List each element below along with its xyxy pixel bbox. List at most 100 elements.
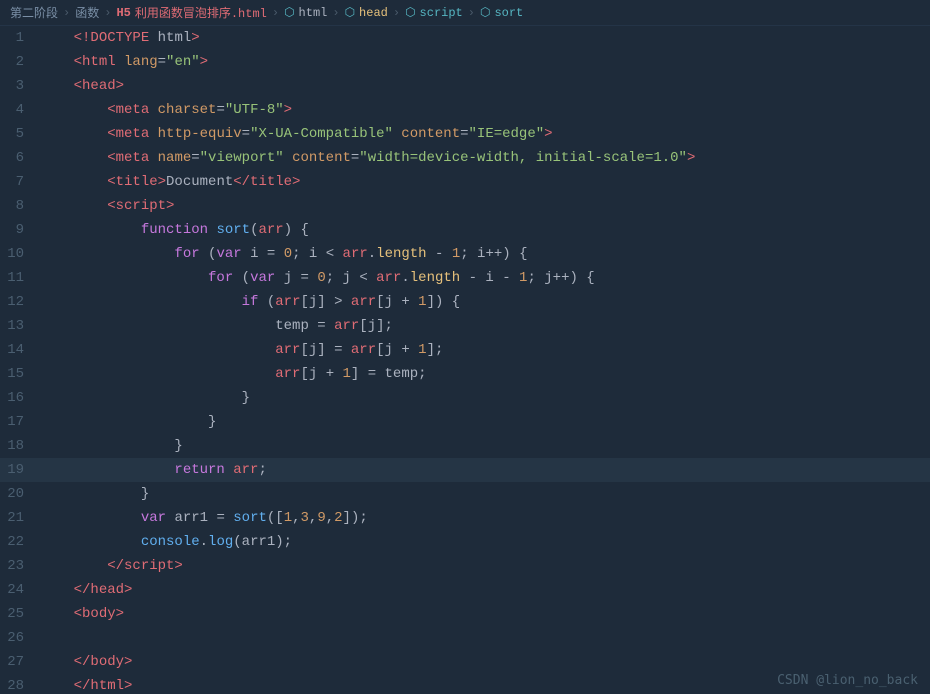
line-number: 26 bbox=[0, 626, 40, 650]
line-content: return arr; bbox=[40, 458, 930, 482]
line-content: </script> bbox=[40, 554, 930, 578]
line-number: 24 bbox=[0, 578, 40, 602]
code-line: 6 <meta name="viewport" content="width=d… bbox=[0, 146, 930, 170]
line-content: for (var i = 0; i < arr.length - 1; i++)… bbox=[40, 242, 930, 266]
line-number: 21 bbox=[0, 506, 40, 530]
line-content: } bbox=[40, 410, 930, 434]
bc-html-icon: H5 bbox=[116, 6, 130, 20]
code-line: 17 } bbox=[0, 410, 930, 434]
bc-script-tag: script bbox=[420, 6, 463, 20]
line-number: 23 bbox=[0, 554, 40, 578]
line-content: <html lang="en"> bbox=[40, 50, 930, 74]
line-content: <title>Document</title> bbox=[40, 170, 930, 194]
code-line: 2 <html lang="en"> bbox=[0, 50, 930, 74]
line-content: <meta http-equiv="X-UA-Compatible" conte… bbox=[40, 122, 930, 146]
line-number: 6 bbox=[0, 146, 40, 170]
code-line: 22 console.log(arr1); bbox=[0, 530, 930, 554]
line-number: 2 bbox=[0, 50, 40, 74]
line-number: 3 bbox=[0, 74, 40, 98]
line-number: 14 bbox=[0, 338, 40, 362]
line-number: 28 bbox=[0, 674, 40, 694]
code-line: 5 <meta http-equiv="X-UA-Compatible" con… bbox=[0, 122, 930, 146]
line-number: 4 bbox=[0, 98, 40, 122]
line-number: 9 bbox=[0, 218, 40, 242]
line-number: 22 bbox=[0, 530, 40, 554]
bc-html-tag: html bbox=[299, 6, 328, 20]
line-number: 18 bbox=[0, 434, 40, 458]
line-content: </body> bbox=[40, 650, 930, 674]
code-line: 11 for (var j = 0; j < arr.length - i - … bbox=[0, 266, 930, 290]
watermark: CSDN @lion_no_back bbox=[777, 673, 918, 688]
line-content: var arr1 = sort([1,3,9,2]); bbox=[40, 506, 930, 530]
line-number: 16 bbox=[0, 386, 40, 410]
line-number: 15 bbox=[0, 362, 40, 386]
code-line: 10 for (var i = 0; i < arr.length - 1; i… bbox=[0, 242, 930, 266]
code-line: 16 } bbox=[0, 386, 930, 410]
line-number: 12 bbox=[0, 290, 40, 314]
line-content: <!DOCTYPE html> bbox=[40, 26, 930, 50]
line-content: } bbox=[40, 434, 930, 458]
line-content: arr[j + 1] = temp; bbox=[40, 362, 930, 386]
code-line: 18 } bbox=[0, 434, 930, 458]
code-line: 3 <head> bbox=[0, 74, 930, 98]
line-content bbox=[40, 626, 930, 650]
line-number: 20 bbox=[0, 482, 40, 506]
bc-html-tag-icon: ⬡ bbox=[284, 5, 294, 20]
line-content: } bbox=[40, 386, 930, 410]
line-content: arr[j] = arr[j + 1]; bbox=[40, 338, 930, 362]
line-content: for (var j = 0; j < arr.length - i - 1; … bbox=[40, 266, 930, 290]
code-line: 24 </head> bbox=[0, 578, 930, 602]
breadcrumb: 第二阶段 › 函数 › H5 利用函数冒泡排序.html › ⬡ html › … bbox=[0, 0, 930, 26]
line-number: 25 bbox=[0, 602, 40, 626]
bc-sep: › bbox=[393, 6, 400, 20]
line-content: <script> bbox=[40, 194, 930, 218]
bc-sep: › bbox=[468, 6, 475, 20]
line-number: 17 bbox=[0, 410, 40, 434]
code-line: 1 <!DOCTYPE html> bbox=[0, 26, 930, 50]
code-editor: 1 <!DOCTYPE html> 2 <html lang="en"> 3 <… bbox=[0, 26, 930, 694]
line-number: 13 bbox=[0, 314, 40, 338]
code-lines: 1 <!DOCTYPE html> 2 <html lang="en"> 3 <… bbox=[0, 26, 930, 694]
bc-sort-icon: ⬡ bbox=[480, 5, 490, 20]
code-line: 8 <script> bbox=[0, 194, 930, 218]
bc-segment: 第二阶段 bbox=[10, 4, 58, 21]
code-line: 7 <title>Document</title> bbox=[0, 170, 930, 194]
line-content: <body> bbox=[40, 602, 930, 626]
line-content: console.log(arr1); bbox=[40, 530, 930, 554]
bc-script-tag-icon: ⬡ bbox=[405, 5, 415, 20]
code-line: 15 arr[j + 1] = temp; bbox=[0, 362, 930, 386]
bc-head-tag: head bbox=[359, 6, 388, 20]
watermark-text: CSDN @lion_no_back bbox=[777, 673, 918, 688]
bc-segment: 函数 bbox=[75, 4, 99, 21]
line-content: <meta charset="UTF-8"> bbox=[40, 98, 930, 122]
code-line: 21 var arr1 = sort([1,3,9,2]); bbox=[0, 506, 930, 530]
code-line: 26 bbox=[0, 626, 930, 650]
line-number: 8 bbox=[0, 194, 40, 218]
bc-sep: › bbox=[104, 6, 111, 20]
line-content: } bbox=[40, 482, 930, 506]
code-line-highlighted: 19 return arr; bbox=[0, 458, 930, 482]
code-line: 25 <body> bbox=[0, 602, 930, 626]
line-number: 19 bbox=[0, 458, 40, 482]
line-number: 10 bbox=[0, 242, 40, 266]
bc-head-tag-icon: ⬡ bbox=[345, 5, 355, 20]
bc-sep: › bbox=[63, 6, 70, 20]
bc-sep: › bbox=[272, 6, 279, 20]
line-content: <meta name="viewport" content="width=dev… bbox=[40, 146, 930, 170]
line-number: 7 bbox=[0, 170, 40, 194]
bc-sort-tag: sort bbox=[494, 6, 523, 20]
code-line: 20 } bbox=[0, 482, 930, 506]
line-content: <head> bbox=[40, 74, 930, 98]
bc-filename: 利用函数冒泡排序.html bbox=[135, 4, 267, 21]
line-number: 27 bbox=[0, 650, 40, 674]
bc-sep: › bbox=[332, 6, 339, 20]
line-content: if (arr[j] > arr[j + 1]) { bbox=[40, 290, 930, 314]
line-number: 1 bbox=[0, 26, 40, 50]
line-content: </head> bbox=[40, 578, 930, 602]
code-line: 12 if (arr[j] > arr[j + 1]) { bbox=[0, 290, 930, 314]
code-line: 23 </script> bbox=[0, 554, 930, 578]
line-content: function sort(arr) { bbox=[40, 218, 930, 242]
code-line: 27 </body> bbox=[0, 650, 930, 674]
code-line: 9 function sort(arr) { bbox=[0, 218, 930, 242]
line-number: 5 bbox=[0, 122, 40, 146]
